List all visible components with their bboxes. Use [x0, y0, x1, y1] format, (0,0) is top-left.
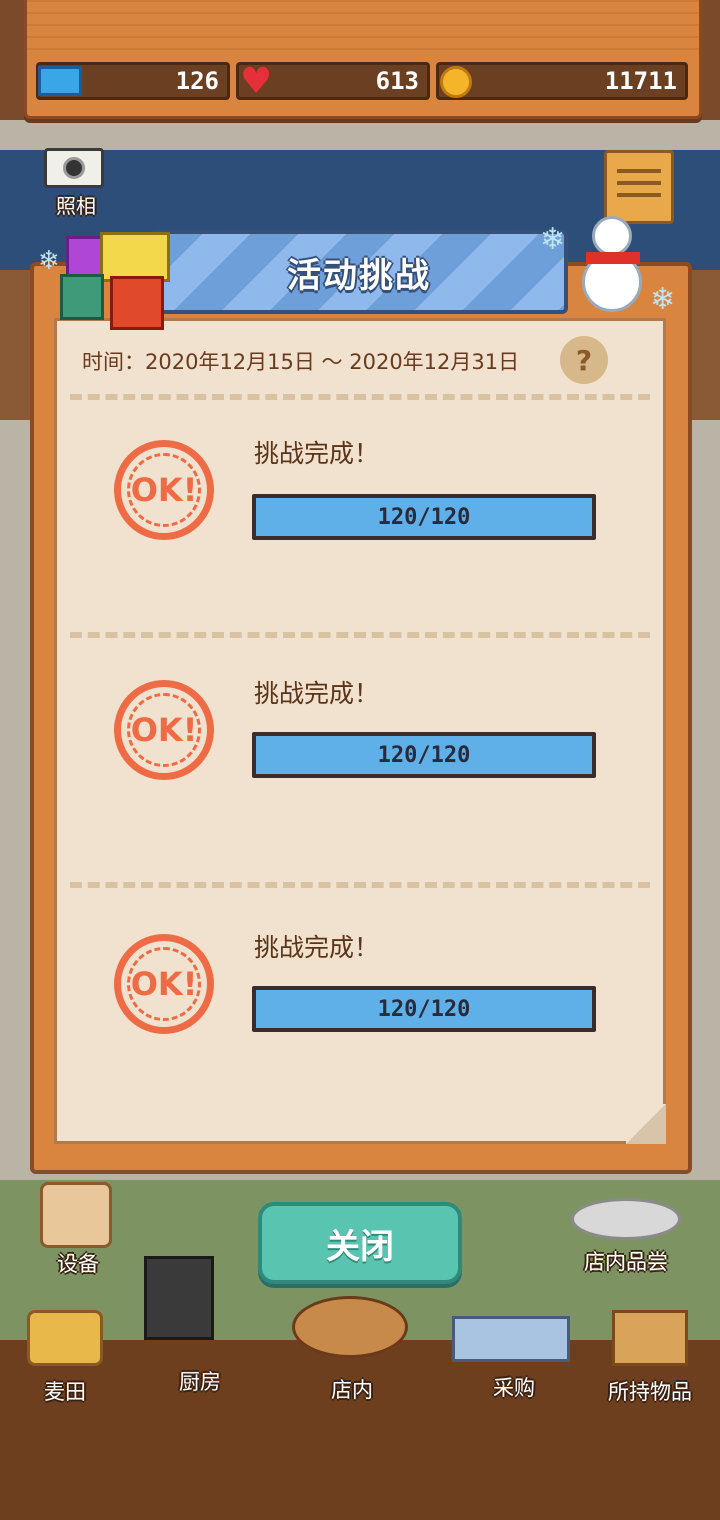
challenge-status: 挑战完成！	[254, 439, 380, 468]
challenge-status: 挑战完成！	[254, 933, 380, 962]
coin-count: 11711	[604, 67, 677, 95]
close-button[interactable]: 关闭	[258, 1202, 462, 1284]
camera-label: 照相	[56, 194, 96, 218]
ticket-icon	[38, 66, 82, 96]
tasting-button[interactable]: 店内品尝	[566, 1190, 686, 1280]
help-button[interactable]: ?	[560, 336, 608, 384]
plate-icon	[571, 1198, 681, 1240]
tasting-label: 店内品尝	[584, 1250, 668, 1274]
camera-icon	[44, 148, 104, 188]
ok-stamp-icon: OK!	[114, 934, 214, 1034]
challenge-item: OK! 挑战完成！ 120/120	[60, 410, 660, 630]
coin-icon	[440, 66, 472, 98]
help-icon: ?	[575, 343, 593, 377]
camera-button[interactable]: 照相	[44, 148, 108, 220]
challenge-progress-bar: 120/120	[252, 494, 596, 540]
bread-tray-icon	[292, 1296, 408, 1358]
progress-text: 120/120	[377, 742, 471, 768]
dialog-banner: 活动挑战	[150, 230, 568, 314]
notebook-icon	[617, 169, 661, 173]
progress-text: 120/120	[377, 504, 471, 530]
ok-stamp-icon: OK!	[114, 680, 214, 780]
challenge-item: OK! 挑战完成！ 120/120	[60, 904, 660, 1124]
heart-icon: ♥	[240, 61, 273, 102]
snowflake-icon: ❄	[38, 246, 60, 276]
equipment-label: 设备	[57, 1252, 99, 1276]
nav-kitchen[interactable]: 厨房	[140, 1256, 260, 1406]
dialog-title: 活动挑战	[287, 255, 431, 296]
snowflake-icon: ❄	[540, 222, 566, 257]
kitchen-icon	[144, 1256, 214, 1340]
divider	[70, 882, 650, 888]
divider	[70, 632, 650, 638]
wheat-icon	[27, 1310, 103, 1366]
event-time-range: 时间：2020年12月15日 ～ 2020年12月31日	[82, 350, 520, 374]
challenge-progress-bar: 120/120	[252, 732, 596, 778]
coin-counter: 11711	[436, 62, 688, 100]
snowflake-icon: ❄	[650, 282, 676, 317]
ticket-count: 126	[175, 67, 219, 95]
nav-purchase[interactable]: 采购	[452, 1316, 576, 1406]
box-icon	[612, 1310, 688, 1366]
nav-wheat-field[interactable]: 麦田	[20, 1310, 110, 1406]
nav-label: 麦田	[44, 1380, 86, 1404]
nav-store[interactable]: 店内	[292, 1296, 412, 1406]
shopping-items-icon	[452, 1316, 570, 1362]
nav-inventory[interactable]: 所持物品	[600, 1310, 700, 1406]
challenge-status: 挑战完成！	[254, 679, 380, 708]
close-label: 关闭	[326, 1226, 394, 1267]
snowman-decoration	[578, 212, 648, 316]
nav-label: 采购	[493, 1376, 535, 1400]
equipment-button[interactable]: 设备	[40, 1182, 116, 1278]
challenge-item: OK! 挑战完成！ 120/120	[60, 650, 660, 870]
nav-label: 店内	[331, 1378, 373, 1402]
bread-basket-icon	[40, 1182, 112, 1248]
top-hud	[24, 0, 702, 119]
heart-count: 613	[375, 67, 419, 95]
ok-stamp-icon: OK!	[114, 440, 214, 540]
nav-label: 厨房	[179, 1370, 221, 1394]
gift-boxes-decoration	[60, 222, 180, 332]
divider	[70, 394, 650, 400]
challenge-progress-bar: 120/120	[252, 986, 596, 1032]
progress-text: 120/120	[377, 996, 471, 1022]
nav-label: 所持物品	[608, 1380, 692, 1404]
